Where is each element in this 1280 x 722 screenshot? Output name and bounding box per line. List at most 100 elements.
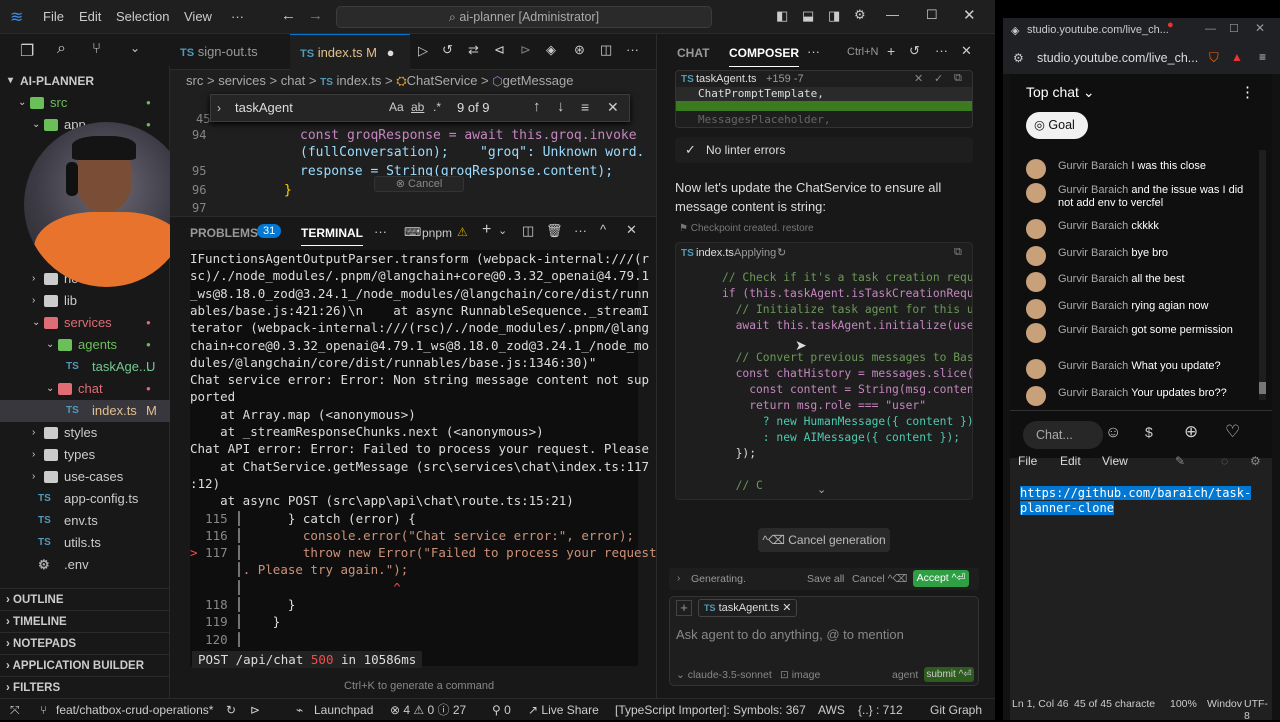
file-item[interactable]: TS app-config.ts bbox=[0, 488, 170, 510]
tab-composer[interactable]: COMPOSER bbox=[729, 46, 800, 67]
expand-chevron-icon[interactable]: ⌄ bbox=[817, 483, 826, 496]
new-composer-icon[interactable]: + bbox=[887, 43, 895, 59]
mode-selector[interactable]: agent bbox=[892, 669, 918, 681]
gear-icon[interactable]: ⚙ bbox=[854, 7, 866, 23]
next-match-icon[interactable]: ↓ bbox=[557, 98, 565, 115]
maximize-icon[interactable]: ☐ bbox=[1229, 22, 1239, 35]
go-back-icon[interactable]: ⊲ bbox=[494, 42, 505, 58]
notepad-menu-file[interactable]: File bbox=[1018, 454, 1037, 468]
chat-more-icon[interactable]: ··· bbox=[935, 43, 948, 58]
section-application-builder[interactable]: › APPLICATION BUILDER bbox=[0, 654, 170, 676]
avatar[interactable] bbox=[1026, 299, 1046, 319]
crumb-method[interactable]: getMessage bbox=[503, 73, 574, 88]
chat-author[interactable]: Gurvir Baraich bbox=[1058, 324, 1131, 336]
diff-file-name[interactable]: taskAgent.ts bbox=[696, 73, 757, 85]
super-chat-icon[interactable]: $ bbox=[1145, 424, 1153, 440]
chat-author[interactable]: Gurvir Baraich bbox=[1058, 300, 1131, 312]
chat-menu-icon[interactable]: ⋮ bbox=[1240, 83, 1255, 101]
tab-terminal[interactable]: TERMINAL bbox=[301, 226, 363, 246]
context-chip[interactable]: TS taskAgent.ts ✕ bbox=[698, 599, 798, 617]
avatar[interactable] bbox=[1026, 359, 1046, 379]
chevron-down-icon[interactable]: ⌄ bbox=[130, 41, 140, 55]
go-forward-icon[interactable]: ⊳ bbox=[520, 42, 531, 58]
compare-icon[interactable]: ⇄ bbox=[468, 42, 479, 58]
ts-importer-status[interactable]: [TypeScript Importer]: Symbols: 367 bbox=[615, 699, 806, 721]
file-item[interactable]: ⚙ .env bbox=[0, 554, 170, 576]
chat-author[interactable]: Gurvir Baraich bbox=[1058, 220, 1131, 232]
menu-file[interactable]: File bbox=[43, 9, 64, 24]
close-window-icon[interactable]: ✕ bbox=[1255, 21, 1265, 35]
folder-item[interactable]: › lib bbox=[0, 290, 170, 312]
image-button[interactable]: ⊡ image bbox=[780, 669, 820, 681]
branch-name[interactable]: feat/chatbox-crud-operations* bbox=[56, 699, 213, 721]
debug-icon[interactable]: ⊳ bbox=[250, 699, 260, 721]
unsaved-dot-icon[interactable]: ● bbox=[387, 45, 395, 60]
chat-author[interactable]: Gurvir Baraich bbox=[1058, 184, 1131, 196]
file-item[interactable]: TS env.ts bbox=[0, 510, 170, 532]
crumb-src[interactable]: src bbox=[186, 73, 203, 88]
menu-view[interactable]: View bbox=[184, 9, 212, 24]
menu-more[interactable]: ··· bbox=[231, 9, 244, 24]
tab-problems[interactable]: PROBLEMS bbox=[190, 226, 258, 240]
git-graph-button[interactable]: Git Graph bbox=[930, 699, 982, 721]
folder-item[interactable]: ⌄ chat ● bbox=[0, 378, 170, 400]
notepad-text[interactable]: https://github.com/baraich/task-planner-… bbox=[1020, 486, 1252, 516]
chat-scrollbar[interactable] bbox=[1259, 150, 1266, 400]
editor-more-icon[interactable]: ··· bbox=[626, 42, 639, 57]
crumb-file[interactable]: index.ts bbox=[337, 73, 382, 88]
chevron-right-icon[interactable]: › bbox=[32, 422, 35, 444]
url-field[interactable]: studio.youtube.com/live_ch... bbox=[1037, 51, 1198, 65]
heart-icon[interactable]: ♡ bbox=[1225, 422, 1240, 442]
brave-shield-icon[interactable]: ⛉ bbox=[1209, 50, 1219, 66]
toggle-panel-icon[interactable]: ⬓ bbox=[802, 8, 814, 24]
remote-icon[interactable]: ⤧ bbox=[10, 699, 20, 721]
restore-link[interactable]: restore bbox=[782, 223, 813, 234]
chevron-down-icon[interactable]: ⌄ bbox=[46, 378, 54, 400]
accept-icon[interactable]: ✓ bbox=[934, 72, 943, 85]
cancel-button[interactable]: Cancel ^⌫ bbox=[852, 573, 907, 585]
maximize-panel-icon[interactable]: ^ bbox=[600, 222, 606, 237]
avatar[interactable] bbox=[1026, 386, 1046, 406]
accept-button[interactable]: Accept ^⏎ bbox=[913, 570, 969, 587]
section-outline[interactable]: › OUTLINE bbox=[0, 588, 170, 610]
close-chat-icon[interactable]: ✕ bbox=[961, 43, 972, 59]
chat-author[interactable]: Gurvir Baraich bbox=[1058, 247, 1131, 259]
folder-item[interactable]: › styles bbox=[0, 422, 170, 444]
terminal-dropdown-icon[interactable]: ⌄ bbox=[498, 224, 507, 237]
code-file-name[interactable]: index.ts bbox=[696, 247, 734, 259]
reject-icon[interactable]: ✕ bbox=[914, 72, 923, 85]
command-center-search[interactable]: ⌕ ai-planner [Administrator] bbox=[336, 6, 712, 28]
chat-scrollbar-thumb[interactable] bbox=[1259, 382, 1266, 394]
find-input[interactable]: taskAgent bbox=[235, 100, 293, 115]
live-share-button[interactable]: ↗ Live Share bbox=[528, 699, 599, 721]
top-chat-selector[interactable]: Top chat ⌄ bbox=[1026, 84, 1095, 101]
notepad-account-icon[interactable]: ◌ bbox=[1221, 454, 1228, 468]
chevron-down-icon[interactable]: ⌄ bbox=[32, 312, 40, 334]
avatar[interactable] bbox=[1026, 272, 1046, 292]
back-arrow-icon[interactable]: ← bbox=[281, 7, 296, 24]
chevron-down-icon[interactable]: ⌄ bbox=[46, 334, 54, 356]
panel-more-icon[interactable]: ··· bbox=[374, 224, 387, 239]
whole-word-toggle[interactable]: ab bbox=[411, 100, 424, 114]
tab-sign-out[interactable]: TS sign-out.ts bbox=[170, 34, 288, 70]
folder-item[interactable]: ⌄ services ● bbox=[0, 312, 170, 334]
folder-item[interactable]: › use-cases bbox=[0, 466, 170, 488]
close-find-icon[interactable]: ✕ bbox=[607, 99, 619, 116]
add-icon[interactable]: ⊕ bbox=[1184, 422, 1198, 442]
menu-edit[interactable]: Edit bbox=[79, 9, 101, 24]
search-sidebar-icon[interactable]: ⌕ bbox=[57, 40, 66, 58]
composer-input[interactable]: Ask agent to do anything, @ to mention bbox=[676, 627, 904, 642]
find-in-selection-icon[interactable]: ≡ bbox=[581, 99, 589, 115]
ports-status[interactable]: ⚲ 0 bbox=[492, 699, 511, 721]
avatar[interactable] bbox=[1026, 246, 1046, 266]
avatar[interactable] bbox=[1026, 219, 1046, 239]
submit-button[interactable]: submit ^⏎ bbox=[924, 667, 974, 682]
section-filters[interactable]: › FILTERS bbox=[0, 676, 170, 698]
tab-index[interactable]: TS index.ts M ● bbox=[290, 34, 410, 70]
save-all-button[interactable]: Save all bbox=[807, 573, 844, 585]
new-terminal-icon[interactable]: + bbox=[482, 221, 491, 239]
remove-context-icon[interactable]: ✕ bbox=[782, 602, 791, 614]
chat-input[interactable]: Chat... bbox=[1023, 421, 1103, 449]
emoji-icon[interactable]: ☺ bbox=[1105, 424, 1121, 442]
forward-arrow-icon[interactable]: → bbox=[308, 7, 323, 24]
